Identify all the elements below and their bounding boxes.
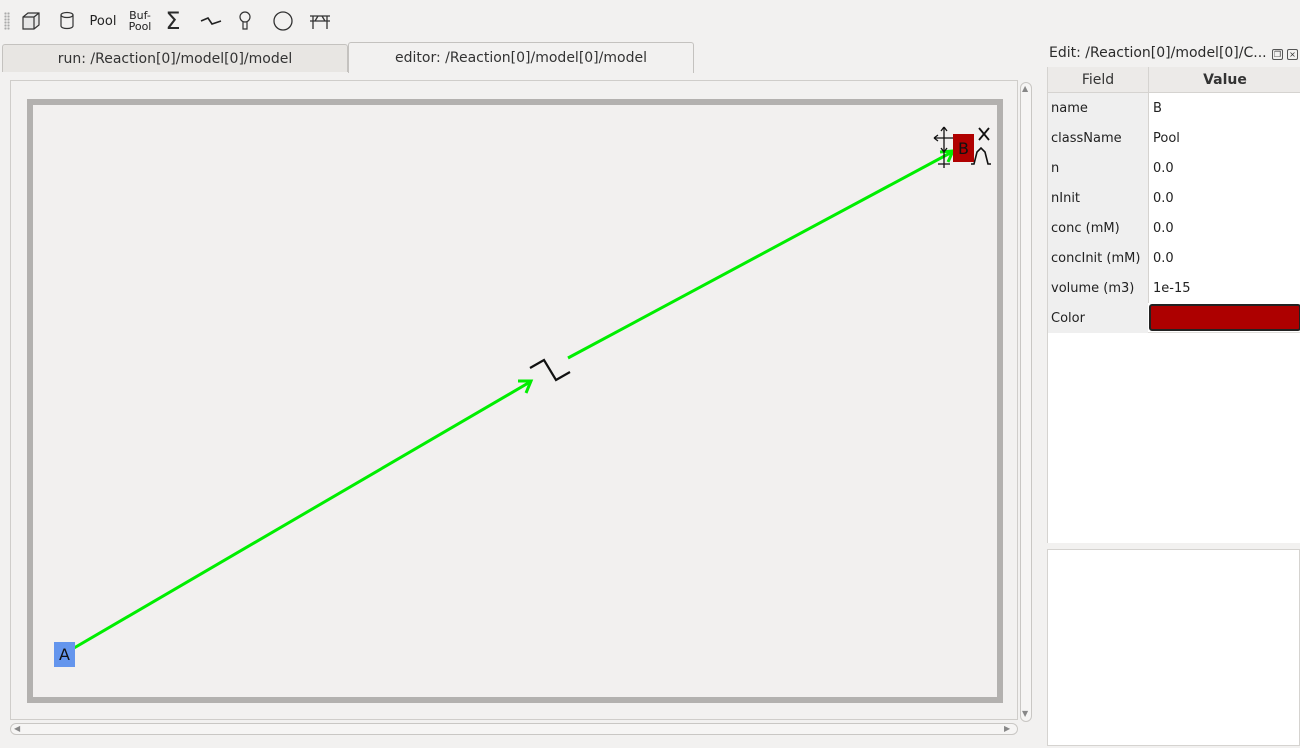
editor-dock-title: Edit: /Reaction[0]/model[0]/C... [1049, 45, 1267, 61]
value-volume[interactable]: 1e-15 [1148, 273, 1300, 303]
field-conc: conc (mM) [1048, 213, 1148, 243]
table-row: n 0.0 [1048, 153, 1300, 183]
table-row: name B [1048, 93, 1300, 123]
field-ninit: nInit [1048, 183, 1148, 213]
field-color: Color [1048, 303, 1148, 333]
value-concinit[interactable]: 0.0 [1148, 243, 1300, 273]
scroll-left-icon[interactable]: ◀ [14, 725, 20, 733]
value-classname[interactable]: Pool [1148, 123, 1300, 153]
color-picker-swatch[interactable] [1149, 304, 1300, 331]
horizontal-scrollbar[interactable]: ◀ ▶ [10, 722, 1018, 736]
float-dock-icon[interactable]: ❐ [1272, 49, 1283, 60]
field-classname: className [1048, 123, 1148, 153]
field-concinit: concInit (mM) [1048, 243, 1148, 273]
table-row: volume (m3) 1e-15 [1048, 273, 1300, 303]
table-row: className Pool [1048, 123, 1300, 153]
plot-signal-icon [971, 146, 991, 165]
vertical-scroll-track[interactable] [1020, 82, 1032, 722]
close-dock-icon[interactable]: × [1287, 49, 1298, 60]
value-n[interactable]: 0.0 [1148, 153, 1300, 183]
move-handle-icon [933, 126, 955, 168]
scroll-up-icon[interactable]: ▲ [1022, 85, 1028, 93]
table-header: Field Value [1048, 67, 1300, 93]
value-ninit[interactable]: 0.0 [1148, 183, 1300, 213]
table-row: conc (mM) 0.0 [1048, 213, 1300, 243]
field-n: n [1048, 153, 1148, 183]
property-table: Field Value name B className Pool n 0.0 … [1047, 67, 1300, 543]
horizontal-scroll-track[interactable] [10, 723, 1018, 735]
header-field[interactable]: Field [1048, 67, 1148, 93]
pool-node-b[interactable]: B [953, 134, 974, 162]
value-conc[interactable]: 0.0 [1148, 213, 1300, 243]
field-name: name [1048, 93, 1148, 123]
table-row: nInit 0.0 [1048, 183, 1300, 213]
scroll-down-icon[interactable]: ▼ [1022, 710, 1028, 718]
header-value[interactable]: Value [1148, 67, 1300, 93]
value-name[interactable]: B [1148, 93, 1300, 123]
edge-reaction-to-b [567, 149, 956, 360]
vertical-scrollbar[interactable]: ▲ ▼ [1019, 82, 1033, 722]
lower-dock-panel [1047, 549, 1300, 746]
table-row: concInit (mM) 0.0 [1048, 243, 1300, 273]
edge-a-to-reaction [73, 379, 534, 650]
scroll-right-icon[interactable]: ▶ [1004, 725, 1010, 733]
pool-node-a[interactable]: A [54, 642, 75, 667]
delete-x-icon [978, 127, 990, 141]
table-row: Color [1048, 303, 1300, 333]
reaction-icon-canvas [529, 358, 571, 382]
field-volume: volume (m3) [1048, 273, 1148, 303]
dock-splitter[interactable] [1036, 80, 1044, 720]
